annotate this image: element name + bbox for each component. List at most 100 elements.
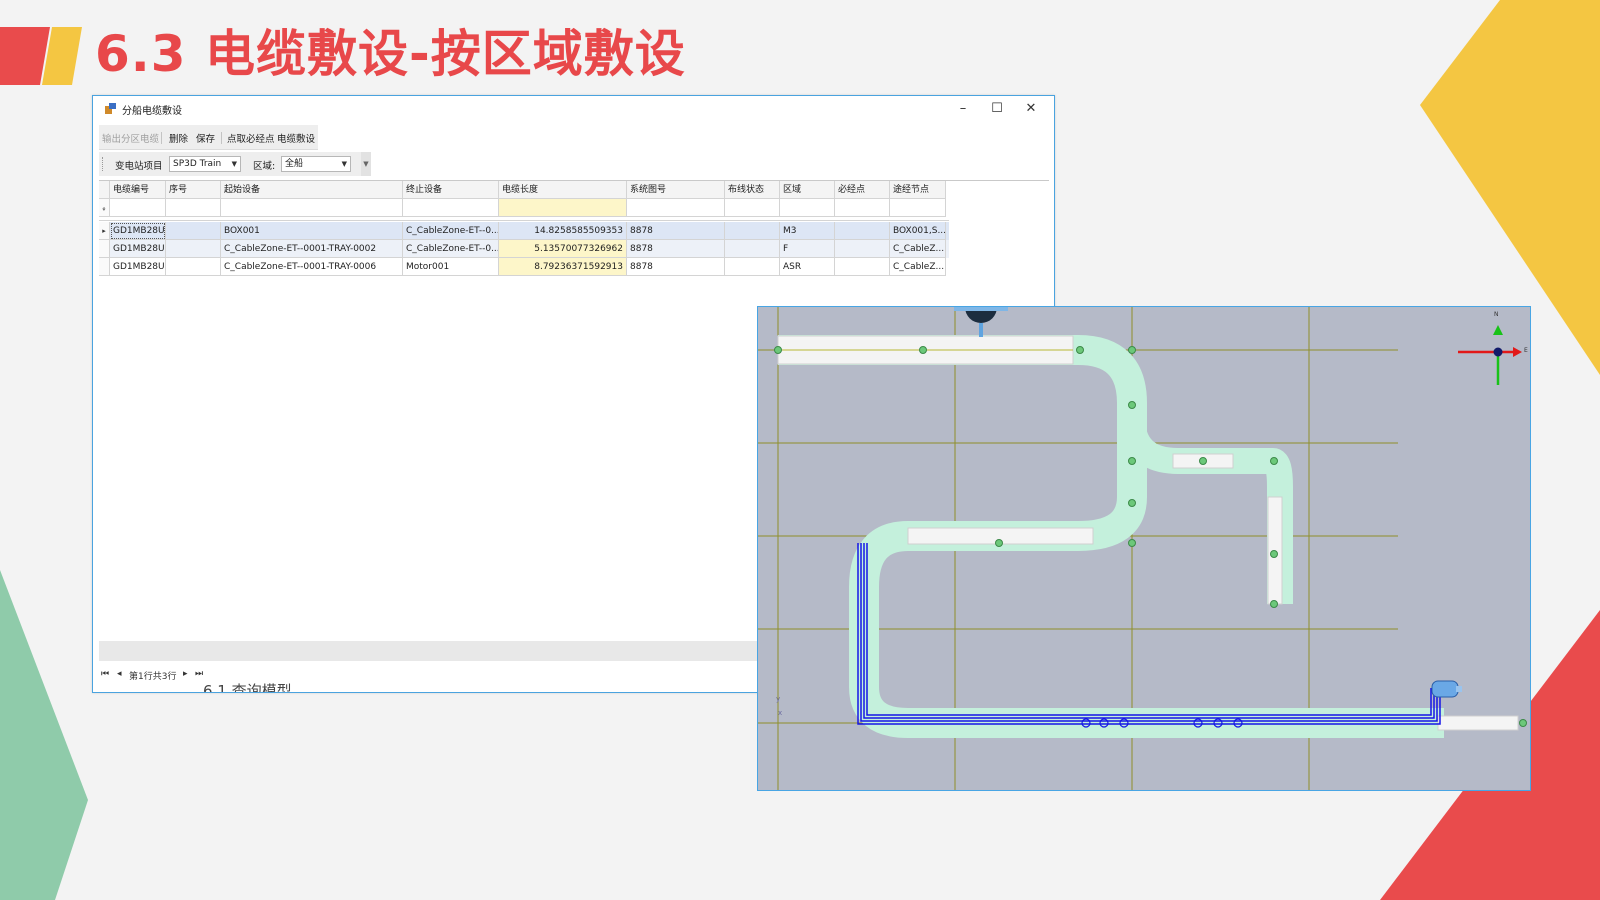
cell-status[interactable] xyxy=(725,222,780,240)
project-select[interactable]: SP3D Train ▼ xyxy=(169,156,241,172)
compass-n-label: N xyxy=(1494,311,1499,318)
close-button[interactable]: ✕ xyxy=(1016,98,1046,120)
maximize-button[interactable]: ☐ xyxy=(982,98,1012,120)
current-row-arrow-icon: ▸ xyxy=(99,222,110,240)
cell-cable-no[interactable]: GD1MB28U xyxy=(110,240,166,258)
slide-title: 6.3 电缆敷设-按区域敷设 xyxy=(95,25,686,83)
cell-seq[interactable] xyxy=(166,258,221,276)
nav-first-button[interactable]: ⏮ xyxy=(101,669,109,679)
cell-seq[interactable] xyxy=(166,240,221,258)
row-indicator xyxy=(99,258,110,276)
axis-y-label: y xyxy=(776,695,781,703)
cable-tray-route xyxy=(777,335,1519,738)
background-caption: 6.1 查询模型 xyxy=(203,682,292,692)
main-toolbar: 输出分区电缆 删除 保存 点取必经点 电缆敷设 xyxy=(99,125,318,150)
table-row[interactable]: GD1MB28U C_CableZone-ET--0001-TRAY-0002 … xyxy=(99,240,949,258)
delete-button[interactable]: 删除 xyxy=(169,131,188,145)
grid-header: 电缆编号 序号 起始设备 终止设备 电缆长度 系统图号 布线状态 区域 必经点 … xyxy=(99,181,949,199)
cell-end[interactable]: Motor001 xyxy=(403,258,499,276)
col-header[interactable]: 电缆编号 xyxy=(110,181,166,199)
chevron-down-icon: ▼ xyxy=(341,160,347,168)
cell-status[interactable] xyxy=(725,258,780,276)
filter-cell[interactable] xyxy=(166,199,221,217)
filter-cell[interactable] xyxy=(890,199,946,217)
cell-start[interactable]: C_CableZone-ET--0001-TRAY-0002 xyxy=(221,240,403,258)
region-select-value: 全船 xyxy=(285,159,304,169)
window-titlebar: 分船电缆敷设 – ☐ ✕ xyxy=(93,96,1054,122)
filter-row-icon: ᵩ xyxy=(99,199,110,217)
toolbar-separator xyxy=(221,132,222,144)
cell-cable-no[interactable]: GD1MB28U xyxy=(110,258,166,276)
motor-icon xyxy=(1431,680,1462,698)
cell-end[interactable]: C_CableZone-ET--0... xyxy=(403,222,499,240)
grid-spacer xyxy=(99,217,949,221)
nav-last-button[interactable]: ⏭ xyxy=(195,669,203,679)
filter-cell[interactable] xyxy=(835,199,890,217)
table-row[interactable]: GD1MB28U C_CableZone-ET--0001-TRAY-0006 … xyxy=(99,258,949,276)
col-header[interactable]: 起始设备 xyxy=(221,181,403,199)
cell-via[interactable]: C_CableZ... xyxy=(890,258,946,276)
col-header[interactable]: 途经节点 xyxy=(890,181,946,199)
col-header[interactable]: 必经点 xyxy=(835,181,890,199)
toolbar-overflow-button[interactable]: ▼ xyxy=(361,152,371,176)
table-row[interactable]: ▸ GD1MB28U BOX001 C_CableZone-ET--0... 1… xyxy=(99,222,949,240)
filter-cell[interactable] xyxy=(725,199,780,217)
cell-cable-no[interactable]: GD1MB28U xyxy=(110,222,166,240)
cell-status[interactable] xyxy=(725,240,780,258)
cell-zone[interactable]: F xyxy=(780,240,835,258)
col-header[interactable]: 序号 xyxy=(166,181,221,199)
junction-box-icon xyxy=(954,307,1008,337)
blue-cable-run xyxy=(857,543,1441,725)
cell-length[interactable]: 14.8258585509353 xyxy=(499,222,627,240)
project-select-value: SP3D Train xyxy=(173,159,222,169)
lay-cable-button[interactable]: 电缆敷设 xyxy=(277,131,315,145)
cable-route-drawing xyxy=(758,307,1527,790)
filter-cell[interactable] xyxy=(403,199,499,217)
cell-start[interactable]: C_CableZone-ET--0001-TRAY-0006 xyxy=(221,258,403,276)
cell-system[interactable]: 8878 xyxy=(627,222,725,240)
cell-must[interactable] xyxy=(835,240,890,258)
compass-e-label: E xyxy=(1524,347,1528,354)
minimize-button[interactable]: – xyxy=(948,98,978,120)
region-select[interactable]: 全船 ▼ xyxy=(281,156,351,172)
cell-zone[interactable]: ASR xyxy=(780,258,835,276)
filter-cell[interactable] xyxy=(499,199,627,217)
axis-x-label: x xyxy=(778,709,783,717)
cell-start[interactable]: BOX001 xyxy=(221,222,403,240)
cell-zone[interactable]: M3 xyxy=(780,222,835,240)
cell-system[interactable]: 8878 xyxy=(627,258,725,276)
cell-length[interactable]: 8.79236371592913 xyxy=(499,258,627,276)
nav-prev-button[interactable]: ◂ xyxy=(117,669,122,679)
export-zone-cable-button[interactable]: 输出分区电缆 xyxy=(102,131,159,145)
nav-next-button[interactable]: ▸ xyxy=(183,669,188,679)
col-header[interactable]: 终止设备 xyxy=(403,181,499,199)
cell-seq[interactable] xyxy=(166,222,221,240)
col-header[interactable]: 区域 xyxy=(780,181,835,199)
filter-row: ᵩ xyxy=(99,199,949,217)
cell-via[interactable]: C_CableZ... xyxy=(890,240,946,258)
filter-cell[interactable] xyxy=(780,199,835,217)
decor-top-left-stripes xyxy=(0,27,82,85)
col-header[interactable]: 电缆长度 xyxy=(499,181,627,199)
cell-end[interactable]: C_CableZone-ET--0... xyxy=(403,240,499,258)
cell-must[interactable] xyxy=(835,222,890,240)
cell-system[interactable]: 8878 xyxy=(627,240,725,258)
region-label: 区域: xyxy=(253,161,276,172)
pick-waypoint-button[interactable]: 点取必经点 xyxy=(227,131,275,145)
filter-cell[interactable] xyxy=(110,199,166,217)
filter-toolbar: 变电站项目 SP3D Train ▼ 区域: 全船 ▼ xyxy=(99,152,367,176)
col-header[interactable]: 布线状态 xyxy=(725,181,780,199)
toolbar-grip[interactable] xyxy=(102,157,104,171)
cell-length[interactable]: 5.13570077326962 xyxy=(499,240,627,258)
header-corner xyxy=(99,181,110,199)
save-button[interactable]: 保存 xyxy=(196,131,215,145)
nav-record-text: 第1行共3行 xyxy=(129,672,177,682)
cell-must[interactable] xyxy=(835,258,890,276)
app-icon xyxy=(105,103,116,114)
col-header[interactable]: 系统图号 xyxy=(627,181,725,199)
filter-cell[interactable] xyxy=(221,199,403,217)
3d-cable-viewport[interactable]: N E x y xyxy=(757,306,1531,791)
filter-cell[interactable] xyxy=(627,199,725,217)
cell-via[interactable]: BOX001,S... xyxy=(890,222,946,240)
window-title: 分船电缆敷设 xyxy=(122,106,182,117)
